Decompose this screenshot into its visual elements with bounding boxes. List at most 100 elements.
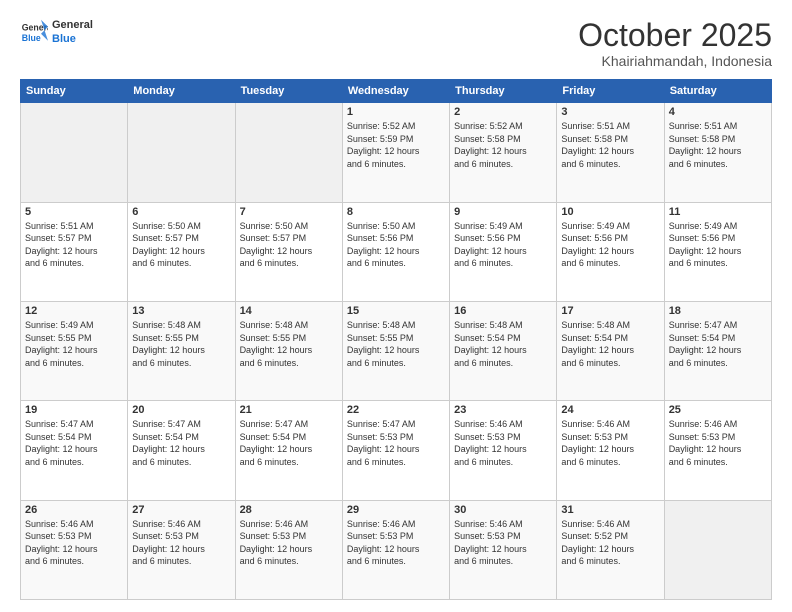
cell-info: Sunrise: 5:49 AM Sunset: 5:56 PM Dayligh… bbox=[669, 220, 767, 270]
calendar-cell: 5 Sunrise: 5:51 AM Sunset: 5:57 PM Daylig… bbox=[21, 202, 128, 301]
cell-info: Sunrise: 5:50 AM Sunset: 5:57 PM Dayligh… bbox=[240, 220, 338, 270]
cell-info: Sunrise: 5:50 AM Sunset: 5:57 PM Dayligh… bbox=[132, 220, 230, 270]
day-number: 8 bbox=[347, 206, 445, 218]
day-number: 9 bbox=[454, 206, 552, 218]
calendar-week-row: 12Sunrise: 5:49 AM Sunset: 5:55 PM Dayli… bbox=[21, 301, 772, 400]
calendar-cell bbox=[21, 103, 128, 202]
calendar-cell: 23 Sunrise: 5:46 AM Sunset: 5:53 PM Dayli… bbox=[450, 401, 557, 500]
day-number: 10 bbox=[561, 206, 659, 218]
cell-info: Sunrise: 5:46 AM Sunset: 5:53 PM Dayligh… bbox=[25, 518, 123, 568]
day-number: 1 bbox=[347, 106, 445, 118]
weekday-header: Monday bbox=[128, 80, 235, 103]
calendar-cell: 10 Sunrise: 5:49 AM Sunset: 5:56 PM Dayli… bbox=[557, 202, 664, 301]
calendar-cell bbox=[664, 500, 771, 599]
calendar-cell: 6Sunrise: 5:50 AM Sunset: 5:57 PM Daylig… bbox=[128, 202, 235, 301]
day-number: 19 bbox=[25, 404, 123, 416]
calendar-cell: 28 Sunrise: 5:46 AM Sunset: 5:53 PM Dayli… bbox=[235, 500, 342, 599]
cell-info: Sunrise: 5:50 AM Sunset: 5:56 PM Dayligh… bbox=[347, 220, 445, 270]
cell-info: Sunrise: 5:46 AM Sunset: 5:53 PM Dayligh… bbox=[454, 518, 552, 568]
day-number: 18 bbox=[669, 305, 767, 317]
calendar-cell: 25Sunrise: 5:46 AM Sunset: 5:53 PM Dayli… bbox=[664, 401, 771, 500]
cell-info: Sunrise: 5:46 AM Sunset: 5:53 PM Dayligh… bbox=[669, 418, 767, 468]
cell-info: Sunrise: 5:51 AM Sunset: 5:58 PM Dayligh… bbox=[561, 120, 659, 170]
cell-info: Sunrise: 5:51 AM Sunset: 5:58 PM Dayligh… bbox=[669, 120, 767, 170]
day-number: 3 bbox=[561, 106, 659, 118]
day-number: 5 bbox=[25, 206, 123, 218]
day-number: 15 bbox=[347, 305, 445, 317]
weekday-header: Wednesday bbox=[342, 80, 449, 103]
cell-info: Sunrise: 5:46 AM Sunset: 5:53 PM Dayligh… bbox=[240, 518, 338, 568]
calendar-cell: 24 Sunrise: 5:46 AM Sunset: 5:53 PM Dayli… bbox=[557, 401, 664, 500]
calendar-cell: 2 Sunrise: 5:52 AM Sunset: 5:58 PM Daylig… bbox=[450, 103, 557, 202]
day-number: 7 bbox=[240, 206, 338, 218]
calendar-cell: 31Sunrise: 5:46 AM Sunset: 5:52 PM Dayli… bbox=[557, 500, 664, 599]
calendar-cell: 30 Sunrise: 5:46 AM Sunset: 5:53 PM Dayli… bbox=[450, 500, 557, 599]
calendar-cell bbox=[128, 103, 235, 202]
calendar-cell: 19 Sunrise: 5:47 AM Sunset: 5:54 PM Dayli… bbox=[21, 401, 128, 500]
weekday-header: Sunday bbox=[21, 80, 128, 103]
logo: General Blue General Blue bbox=[20, 18, 93, 47]
calendar-week-row: 19 Sunrise: 5:47 AM Sunset: 5:54 PM Dayli… bbox=[21, 401, 772, 500]
day-number: 14 bbox=[240, 305, 338, 317]
calendar-cell: 7 Sunrise: 5:50 AM Sunset: 5:57 PM Daylig… bbox=[235, 202, 342, 301]
cell-info: Sunrise: 5:51 AM Sunset: 5:57 PM Dayligh… bbox=[25, 220, 123, 270]
calendar-cell: 12Sunrise: 5:49 AM Sunset: 5:55 PM Dayli… bbox=[21, 301, 128, 400]
day-number: 11 bbox=[669, 206, 767, 218]
calendar-cell: 15 Sunrise: 5:48 AM Sunset: 5:55 PM Dayli… bbox=[342, 301, 449, 400]
day-number: 22 bbox=[347, 404, 445, 416]
day-number: 27 bbox=[132, 504, 230, 516]
day-number: 13 bbox=[132, 305, 230, 317]
calendar-week-row: 5 Sunrise: 5:51 AM Sunset: 5:57 PM Daylig… bbox=[21, 202, 772, 301]
logo-icon: General Blue bbox=[20, 18, 48, 46]
calendar-cell: 17Sunrise: 5:48 AM Sunset: 5:54 PM Dayli… bbox=[557, 301, 664, 400]
cell-info: Sunrise: 5:48 AM Sunset: 5:55 PM Dayligh… bbox=[132, 319, 230, 369]
calendar-cell: 26 Sunrise: 5:46 AM Sunset: 5:53 PM Dayli… bbox=[21, 500, 128, 599]
cell-info: Sunrise: 5:47 AM Sunset: 5:54 PM Dayligh… bbox=[132, 418, 230, 468]
day-number: 17 bbox=[561, 305, 659, 317]
calendar-cell: 11 Sunrise: 5:49 AM Sunset: 5:56 PM Dayli… bbox=[664, 202, 771, 301]
calendar-cell: 29 Sunrise: 5:46 AM Sunset: 5:53 PM Dayli… bbox=[342, 500, 449, 599]
calendar-cell: 3 Sunrise: 5:51 AM Sunset: 5:58 PM Daylig… bbox=[557, 103, 664, 202]
calendar-cell: 20 Sunrise: 5:47 AM Sunset: 5:54 PM Dayli… bbox=[128, 401, 235, 500]
weekday-header: Saturday bbox=[664, 80, 771, 103]
calendar-cell: 21 Sunrise: 5:47 AM Sunset: 5:54 PM Dayli… bbox=[235, 401, 342, 500]
cell-info: Sunrise: 5:52 AM Sunset: 5:58 PM Dayligh… bbox=[454, 120, 552, 170]
day-number: 2 bbox=[454, 106, 552, 118]
day-number: 28 bbox=[240, 504, 338, 516]
page: General Blue General Blue October 2025 K… bbox=[0, 0, 792, 612]
day-number: 20 bbox=[132, 404, 230, 416]
logo-line1: General bbox=[52, 18, 93, 32]
cell-info: Sunrise: 5:49 AM Sunset: 5:56 PM Dayligh… bbox=[561, 220, 659, 270]
calendar-table: SundayMondayTuesdayWednesdayThursdayFrid… bbox=[20, 79, 772, 600]
calendar-cell: 13 Sunrise: 5:48 AM Sunset: 5:55 PM Dayli… bbox=[128, 301, 235, 400]
calendar-cell: 18 Sunrise: 5:47 AM Sunset: 5:54 PM Dayli… bbox=[664, 301, 771, 400]
cell-info: Sunrise: 5:46 AM Sunset: 5:53 PM Dayligh… bbox=[132, 518, 230, 568]
day-number: 12 bbox=[25, 305, 123, 317]
calendar-cell: 9Sunrise: 5:49 AM Sunset: 5:56 PM Daylig… bbox=[450, 202, 557, 301]
day-number: 24 bbox=[561, 404, 659, 416]
calendar-cell: 4 Sunrise: 5:51 AM Sunset: 5:58 PM Daylig… bbox=[664, 103, 771, 202]
day-number: 4 bbox=[669, 106, 767, 118]
weekday-header: Thursday bbox=[450, 80, 557, 103]
cell-info: Sunrise: 5:47 AM Sunset: 5:53 PM Dayligh… bbox=[347, 418, 445, 468]
day-number: 21 bbox=[240, 404, 338, 416]
cell-info: Sunrise: 5:47 AM Sunset: 5:54 PM Dayligh… bbox=[240, 418, 338, 468]
day-number: 26 bbox=[25, 504, 123, 516]
header: General Blue General Blue October 2025 K… bbox=[20, 18, 772, 69]
day-number: 23 bbox=[454, 404, 552, 416]
cell-info: Sunrise: 5:48 AM Sunset: 5:55 PM Dayligh… bbox=[347, 319, 445, 369]
cell-info: Sunrise: 5:46 AM Sunset: 5:53 PM Dayligh… bbox=[561, 418, 659, 468]
subtitle: Khairiahmandah, Indonesia bbox=[578, 53, 772, 69]
cell-info: Sunrise: 5:47 AM Sunset: 5:54 PM Dayligh… bbox=[25, 418, 123, 468]
calendar-cell: 22 Sunrise: 5:47 AM Sunset: 5:53 PM Dayli… bbox=[342, 401, 449, 500]
calendar-cell: 14Sunrise: 5:48 AM Sunset: 5:55 PM Dayli… bbox=[235, 301, 342, 400]
cell-info: Sunrise: 5:46 AM Sunset: 5:53 PM Dayligh… bbox=[347, 518, 445, 568]
day-number: 29 bbox=[347, 504, 445, 516]
calendar-cell: 27 Sunrise: 5:46 AM Sunset: 5:53 PM Dayli… bbox=[128, 500, 235, 599]
cell-info: Sunrise: 5:47 AM Sunset: 5:54 PM Dayligh… bbox=[669, 319, 767, 369]
cell-info: Sunrise: 5:46 AM Sunset: 5:53 PM Dayligh… bbox=[454, 418, 552, 468]
logo-line2: Blue bbox=[52, 32, 93, 46]
calendar-cell: 1Sunrise: 5:52 AM Sunset: 5:59 PM Daylig… bbox=[342, 103, 449, 202]
calendar-header-row: SundayMondayTuesdayWednesdayThursdayFrid… bbox=[21, 80, 772, 103]
day-number: 30 bbox=[454, 504, 552, 516]
